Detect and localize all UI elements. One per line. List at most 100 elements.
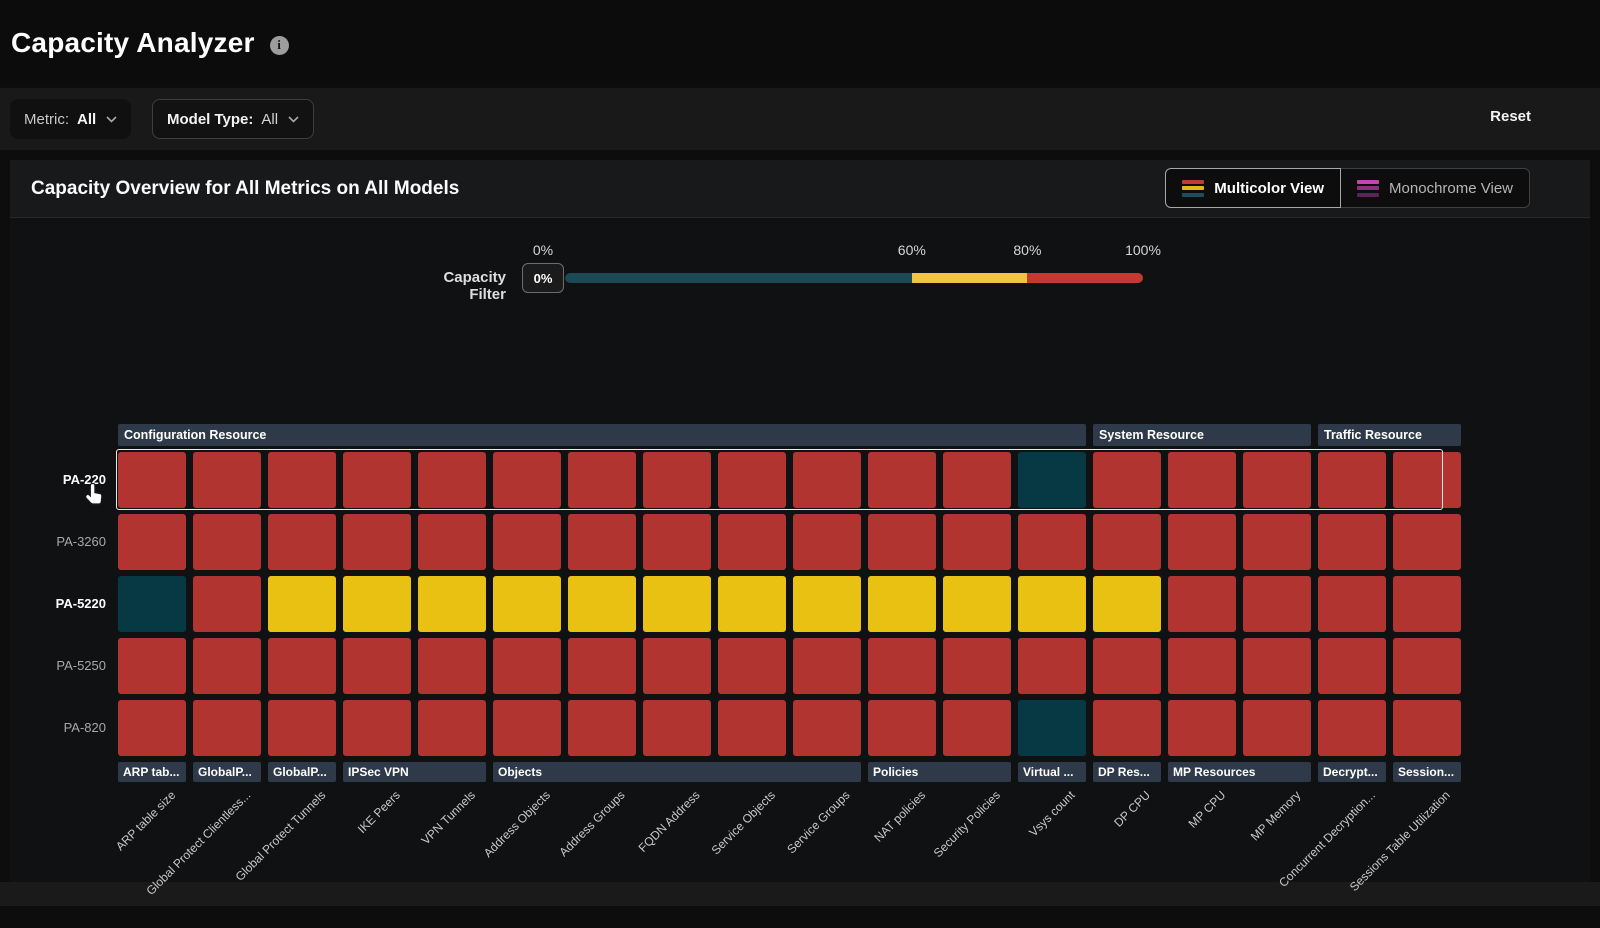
- heatmap-cell[interactable]: [868, 576, 936, 632]
- heatmap-cell[interactable]: [268, 452, 336, 508]
- heatmap-cell[interactable]: [268, 576, 336, 632]
- heatmap-cell[interactable]: [1018, 514, 1086, 570]
- reset-button[interactable]: Reset: [1490, 108, 1531, 125]
- model-type-dropdown[interactable]: Model Type: All: [152, 99, 314, 139]
- heatmap-cell[interactable]: [793, 700, 861, 756]
- heatmap-cell[interactable]: [718, 576, 786, 632]
- row-label-pa-3260[interactable]: PA-3260: [10, 514, 106, 570]
- heatmap-cell[interactable]: [1318, 638, 1386, 694]
- heatmap-cell[interactable]: [343, 514, 411, 570]
- heatmap-cell[interactable]: [1318, 514, 1386, 570]
- heatmap-cell[interactable]: [493, 452, 561, 508]
- heatmap-cell[interactable]: [493, 638, 561, 694]
- heatmap-cell[interactable]: [943, 638, 1011, 694]
- heatmap-cell[interactable]: [193, 576, 261, 632]
- heatmap-cell[interactable]: [568, 700, 636, 756]
- heatmap-cell[interactable]: [943, 700, 1011, 756]
- heatmap-cell[interactable]: [493, 700, 561, 756]
- heatmap-cell[interactable]: [568, 638, 636, 694]
- heatmap-cell[interactable]: [1243, 638, 1311, 694]
- heatmap-cell[interactable]: [1093, 638, 1161, 694]
- heatmap-cell[interactable]: [793, 576, 861, 632]
- heatmap-cell[interactable]: [1168, 514, 1236, 570]
- heatmap-cell[interactable]: [1018, 700, 1086, 756]
- heatmap-cell[interactable]: [1168, 700, 1236, 756]
- heatmap-cell[interactable]: [1243, 576, 1311, 632]
- heatmap-cell[interactable]: [1093, 514, 1161, 570]
- heatmap-cell[interactable]: [568, 576, 636, 632]
- heatmap-cell[interactable]: [118, 700, 186, 756]
- heatmap-cell[interactable]: [718, 452, 786, 508]
- heatmap-cell[interactable]: [943, 452, 1011, 508]
- heatmap-cell[interactable]: [943, 576, 1011, 632]
- row-label-pa-220[interactable]: PA-220: [10, 452, 106, 508]
- heatmap-cell[interactable]: [1018, 638, 1086, 694]
- heatmap-cell[interactable]: [943, 514, 1011, 570]
- heatmap-cell[interactable]: [268, 514, 336, 570]
- multicolor-view-button[interactable]: Multicolor View: [1165, 168, 1341, 208]
- heatmap-cell[interactable]: [643, 638, 711, 694]
- heatmap-cell[interactable]: [343, 638, 411, 694]
- heatmap-cell[interactable]: [643, 700, 711, 756]
- heatmap-cell[interactable]: [568, 514, 636, 570]
- heatmap-cell[interactable]: [193, 514, 261, 570]
- heatmap-cell[interactable]: [643, 514, 711, 570]
- heatmap-cell[interactable]: [193, 638, 261, 694]
- heatmap-cell[interactable]: [718, 514, 786, 570]
- heatmap-cell[interactable]: [643, 452, 711, 508]
- heatmap-cell[interactable]: [418, 700, 486, 756]
- heatmap-cell[interactable]: [718, 638, 786, 694]
- heatmap-cell[interactable]: [418, 452, 486, 508]
- heatmap-cell[interactable]: [1168, 452, 1236, 508]
- heatmap-cell[interactable]: [268, 700, 336, 756]
- heatmap-cell[interactable]: [868, 514, 936, 570]
- heatmap-cell[interactable]: [1243, 514, 1311, 570]
- heatmap-cell[interactable]: [793, 452, 861, 508]
- heatmap-cell[interactable]: [1093, 452, 1161, 508]
- monochrome-view-button[interactable]: Monochrome View: [1341, 168, 1530, 208]
- heatmap-cell[interactable]: [868, 638, 936, 694]
- heatmap-cell[interactable]: [868, 700, 936, 756]
- heatmap-cell[interactable]: [1393, 638, 1461, 694]
- heatmap-cell[interactable]: [1168, 576, 1236, 632]
- heatmap-cell[interactable]: [1093, 700, 1161, 756]
- heatmap-cell[interactable]: [343, 700, 411, 756]
- heatmap-cell[interactable]: [418, 638, 486, 694]
- heatmap-cell[interactable]: [793, 638, 861, 694]
- capacity-filter-handle[interactable]: 0%: [522, 263, 564, 293]
- heatmap-cell[interactable]: [1393, 452, 1461, 508]
- heatmap-cell[interactable]: [1243, 700, 1311, 756]
- heatmap-cell[interactable]: [718, 700, 786, 756]
- heatmap-cell[interactable]: [1318, 452, 1386, 508]
- heatmap-cell[interactable]: [1393, 576, 1461, 632]
- heatmap-cell[interactable]: [1318, 576, 1386, 632]
- heatmap-cell[interactable]: [193, 452, 261, 508]
- heatmap-cell[interactable]: [493, 514, 561, 570]
- heatmap-cell[interactable]: [1318, 700, 1386, 756]
- heatmap-cell[interactable]: [118, 576, 186, 632]
- info-icon[interactable]: i: [270, 36, 289, 55]
- heatmap-cell[interactable]: [1018, 576, 1086, 632]
- heatmap-cell[interactable]: [268, 638, 336, 694]
- row-label-pa-5250[interactable]: PA-5250: [10, 638, 106, 694]
- heatmap-cell[interactable]: [418, 514, 486, 570]
- row-label-pa-5220[interactable]: PA-5220: [10, 576, 106, 632]
- heatmap-cell[interactable]: [868, 452, 936, 508]
- heatmap-cell[interactable]: [1093, 576, 1161, 632]
- heatmap-cell[interactable]: [118, 514, 186, 570]
- heatmap-cell[interactable]: [118, 638, 186, 694]
- heatmap-cell[interactable]: [343, 452, 411, 508]
- heatmap-cell[interactable]: [568, 452, 636, 508]
- heatmap-cell[interactable]: [643, 576, 711, 632]
- heatmap-cell[interactable]: [1393, 700, 1461, 756]
- heatmap-cell[interactable]: [1168, 638, 1236, 694]
- heatmap-cell[interactable]: [1018, 452, 1086, 508]
- heatmap-cell[interactable]: [493, 576, 561, 632]
- row-label-pa-820[interactable]: PA-820: [10, 700, 106, 756]
- heatmap-cell[interactable]: [1393, 514, 1461, 570]
- capacity-filter-track[interactable]: [565, 273, 1143, 283]
- heatmap-cell[interactable]: [418, 576, 486, 632]
- heatmap-cell[interactable]: [193, 700, 261, 756]
- heatmap-cell[interactable]: [118, 452, 186, 508]
- heatmap-cell[interactable]: [793, 514, 861, 570]
